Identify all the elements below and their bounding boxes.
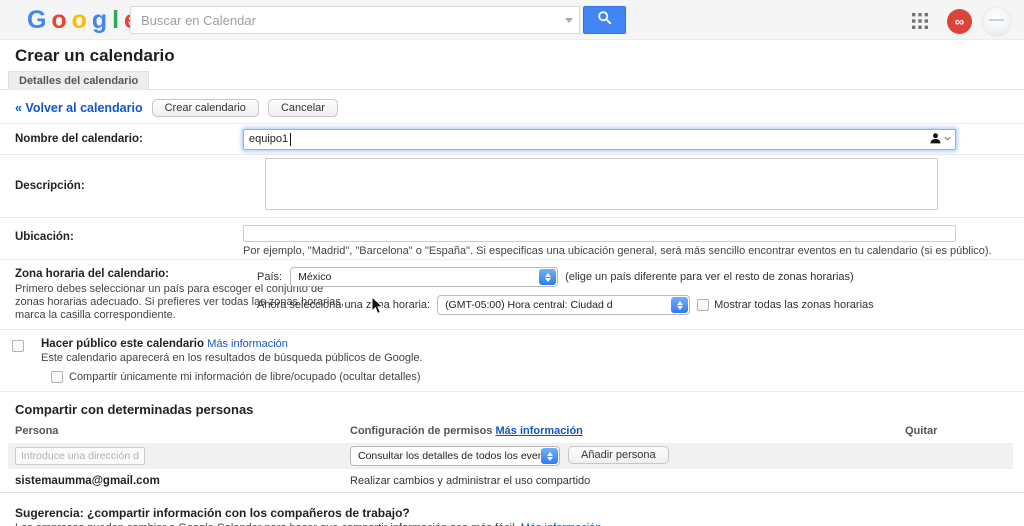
logo-letter: G — [27, 6, 45, 34]
person-email: sistemaumma@gmail.com — [15, 475, 160, 487]
description-textarea[interactable] — [265, 158, 938, 210]
name-label: Nombre del calendario: — [0, 133, 243, 145]
name-row: Nombre del calendario: — [0, 124, 1024, 155]
public-row: Hacer público este calendario Más inform… — [0, 330, 1024, 392]
search-icon — [597, 10, 612, 30]
timezone-select-value: (GMT-05:00) Hora central: Ciudad d — [445, 299, 671, 311]
share-person-row: sistemaumma@gmail.com Realizar cambios y… — [0, 469, 1024, 493]
search-button[interactable] — [583, 6, 626, 34]
select-stepper-icon — [539, 269, 556, 285]
google-logo[interactable]: G o o g l e — [27, 6, 137, 35]
calendar-form: Nombre del calendario: Descripción: — [0, 123, 1024, 392]
cancel-button[interactable]: Cancelar — [268, 99, 338, 117]
tab-calendar-details[interactable]: Detalles del calendario — [8, 71, 149, 90]
search-box — [130, 6, 580, 34]
profile-avatar[interactable] — [982, 7, 1011, 36]
suggestion-more-info-link[interactable]: Más información — [521, 522, 602, 526]
logo-letter: g — [92, 6, 106, 34]
search-dropdown-chevron-icon[interactable] — [565, 18, 573, 23]
add-person-button[interactable]: Añadir persona — [568, 446, 669, 464]
column-remove: Quitar — [905, 425, 937, 437]
country-hint: (elige un país diferente para ver el res… — [565, 271, 854, 283]
country-label: País: — [257, 271, 282, 283]
logo-letter: o — [72, 6, 86, 34]
calendar-name-input[interactable] — [243, 129, 956, 150]
suggestion-box: Sugerencia: ¿compartir información con l… — [15, 506, 1024, 526]
page-title: Crear un calendario — [15, 47, 1024, 65]
share-section-heading: Compartir con determinadas personas — [15, 402, 1024, 417]
share-table-header: Persona Configuración de permisos Más in… — [0, 421, 1024, 443]
notifications-avatar[interactable]: ∞ — [947, 9, 972, 34]
suggestion-text: Las empresas pueden cambiar a Google Cal… — [15, 522, 518, 526]
permissions-more-info-link[interactable]: Más información — [495, 425, 582, 437]
country-select[interactable]: México — [290, 267, 558, 287]
top-toolbar: « Volver al calendario Crear calendario … — [15, 99, 1024, 117]
share-new-person-row: Consultar los detalles de todos los even… — [8, 443, 1013, 469]
public-more-info-link[interactable]: Más información — [207, 338, 288, 350]
select-stepper-icon — [671, 297, 688, 313]
description-row: Descripción: — [0, 155, 1024, 218]
create-calendar-button[interactable]: Crear calendario — [152, 99, 259, 117]
topbar: G o o g l e ∞ — [0, 0, 1024, 40]
make-public-checkbox[interactable] — [12, 340, 24, 352]
person-dropdown-icon[interactable] — [929, 132, 951, 145]
column-person: Persona — [15, 425, 58, 437]
text-caret — [290, 133, 291, 146]
free-busy-checkbox[interactable] — [51, 371, 63, 383]
search-input[interactable] — [130, 6, 580, 34]
location-input[interactable] — [243, 225, 956, 242]
column-permissions: Configuración de permisos — [350, 425, 492, 437]
person-permission: Realizar cambios y administrar el uso co… — [350, 475, 590, 487]
zone-label: Ahora selecciona una zona horaria: — [257, 299, 430, 311]
location-help-text: Por ejemplo, "Madrid", "Barcelona" o "Es… — [243, 245, 992, 257]
suggestion-title: Sugerencia: ¿compartir información con l… — [15, 506, 1024, 520]
country-select-value: México — [298, 271, 539, 283]
show-all-timezones-checkbox[interactable] — [697, 299, 709, 311]
free-busy-label: Compartir únicamente mi información de l… — [69, 371, 421, 383]
mouse-cursor-icon — [371, 296, 384, 320]
permission-select-value: Consultar los detalles de todos los even… — [358, 450, 541, 462]
person-email-input[interactable] — [15, 447, 145, 465]
public-description: Este calendario aparecerá en los resulta… — [41, 352, 423, 364]
location-row: Ubicación: Por ejemplo, "Madrid", "Barce… — [0, 218, 1024, 260]
timezone-row: Zona horaria del calendario: Primero deb… — [0, 260, 1024, 330]
logo-letter: o — [51, 6, 65, 34]
apps-grid-icon[interactable] — [912, 13, 928, 29]
logo-letter: l — [112, 6, 118, 34]
select-stepper-icon — [541, 448, 558, 464]
permission-select[interactable]: Consultar los detalles de todos los even… — [350, 446, 560, 466]
make-public-label: Hacer público este calendario — [41, 338, 204, 350]
back-to-calendar-link[interactable]: « Volver al calendario — [15, 101, 143, 115]
timezone-select[interactable]: (GMT-05:00) Hora central: Ciudad d — [437, 295, 690, 315]
location-label: Ubicación: — [0, 218, 243, 259]
show-all-timezones-label: Mostrar todas las zonas horarias — [714, 299, 874, 311]
description-label: Descripción: — [0, 180, 243, 192]
tab-strip: Detalles del calendario — [0, 70, 1024, 90]
